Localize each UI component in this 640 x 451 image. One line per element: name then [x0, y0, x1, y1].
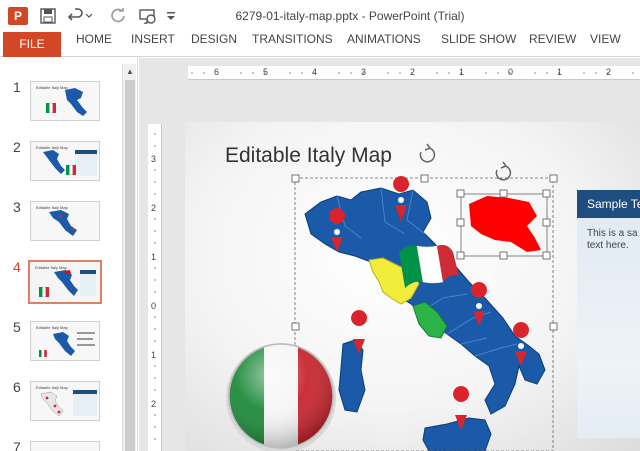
window-title: 6279-01-italy-map.pptx - PowerPoint (Tri… — [235, 9, 465, 23]
slide-thumbnail-2[interactable]: Editable Italy Map — [30, 141, 100, 181]
horizontal-ruler: 6 5 4 3 2 1 0 1 2 — [188, 66, 640, 80]
tab-animations[interactable]: ANIMATIONS — [347, 32, 421, 57]
ruler-label: 1 — [151, 252, 157, 262]
tab-insert[interactable]: INSERT — [131, 32, 175, 57]
slide-thumbnail-3[interactable]: Editable Italy Map — [30, 201, 100, 241]
ruler-label: 2 — [151, 203, 157, 213]
slide-thumbnail-pane: 1 Editable Italy Map 2 Editable Italy Ma… — [0, 58, 138, 451]
slide-canvas[interactable]: Editable Italy Map Sample Te This is a s… — [185, 122, 640, 451]
rotate-handle-icon — [419, 143, 436, 163]
ruler-label: 2 — [410, 67, 416, 77]
sample-text-body[interactable]: This is a sa text here. — [587, 228, 640, 252]
rotate-handle-icon — [495, 161, 512, 181]
tab-design[interactable]: DESIGN — [191, 32, 237, 57]
slide-thumbnail-7[interactable] — [30, 441, 100, 451]
ruler-label: 4 — [312, 67, 318, 77]
thumbnail-scrollbar[interactable]: ▲ — [122, 64, 136, 451]
thumbnail-number: 4 — [13, 259, 21, 275]
sample-text-header[interactable]: Sample Te — [577, 190, 640, 218]
ruler-label: 0 — [508, 67, 514, 77]
slide-thumbnail-5[interactable]: Editable Italy Map — [30, 321, 100, 361]
thumbnail-number: 3 — [13, 199, 21, 215]
thumbnail-number: 6 — [13, 379, 21, 395]
thumbnail-map-icon — [39, 332, 95, 357]
ruler-label: 1 — [557, 67, 563, 77]
scrollbar-thumb[interactable] — [125, 80, 135, 451]
thumbnail-number: 1 — [13, 79, 21, 95]
thumbnail-map-icon — [45, 88, 87, 116]
italy-map-graphic[interactable] — [185, 122, 640, 451]
ruler-label: 6 — [214, 67, 220, 77]
thumbnail-map-icon — [38, 270, 96, 298]
sicily-shape — [422, 417, 492, 451]
tab-transitions[interactable]: TRANSITIONS — [252, 32, 333, 57]
ruler-label: 3 — [151, 154, 157, 164]
slide-thumbnail-1[interactable]: Editable Italy Map — [30, 81, 100, 121]
ribbon-tabs: FILE HOME INSERT DESIGN TRANSITIONS ANIM… — [0, 32, 640, 57]
sample-text-box[interactable]: Sample Te This is a sa text here. — [577, 190, 640, 438]
title-bar: P 6279-01-italy-map.pptx - PowerPoint (T… — [0, 0, 640, 32]
ruler-label: 0 — [151, 301, 157, 311]
ruler-label: 1 — [151, 350, 157, 360]
tab-home[interactable]: HOME — [76, 32, 112, 57]
thumbnail-map-icon — [49, 210, 77, 236]
tab-slide-show[interactable]: SLIDE SHOW — [441, 32, 516, 57]
tab-file[interactable]: FILE — [3, 32, 61, 57]
ruler-label: 1 — [459, 67, 465, 77]
ruler-label: 2 — [151, 399, 157, 409]
scroll-up-icon[interactable]: ▲ — [123, 64, 137, 78]
ruler-label: 3 — [361, 67, 367, 77]
thumbnail-map-icon — [40, 390, 97, 417]
thumbnail-number: 7 — [13, 439, 21, 451]
thumbnail-number: 2 — [13, 139, 21, 155]
italy-flag-globe-icon — [226, 343, 336, 451]
slide-thumbnail-6[interactable]: Editable Italy Map — [30, 381, 100, 421]
thumbnail-map-icon — [43, 150, 97, 176]
slide-thumbnail-4-selected[interactable]: Editable Italy Map — [28, 260, 102, 304]
powerpoint-window: P 6279-01-italy-map.pptx - PowerPoint (T… — [0, 0, 640, 451]
sardinia-shape — [338, 339, 366, 413]
tab-review[interactable]: REVIEW — [529, 32, 576, 57]
ruler-label: 5 — [263, 67, 269, 77]
ruler-label: 2 — [606, 67, 612, 77]
tab-view[interactable]: VIEW — [590, 32, 621, 57]
thumbnail-number: 5 — [13, 319, 21, 335]
highlighted-region-shape — [469, 196, 541, 252]
vertical-ruler: 3 2 1 0 1 2 — [148, 124, 162, 451]
